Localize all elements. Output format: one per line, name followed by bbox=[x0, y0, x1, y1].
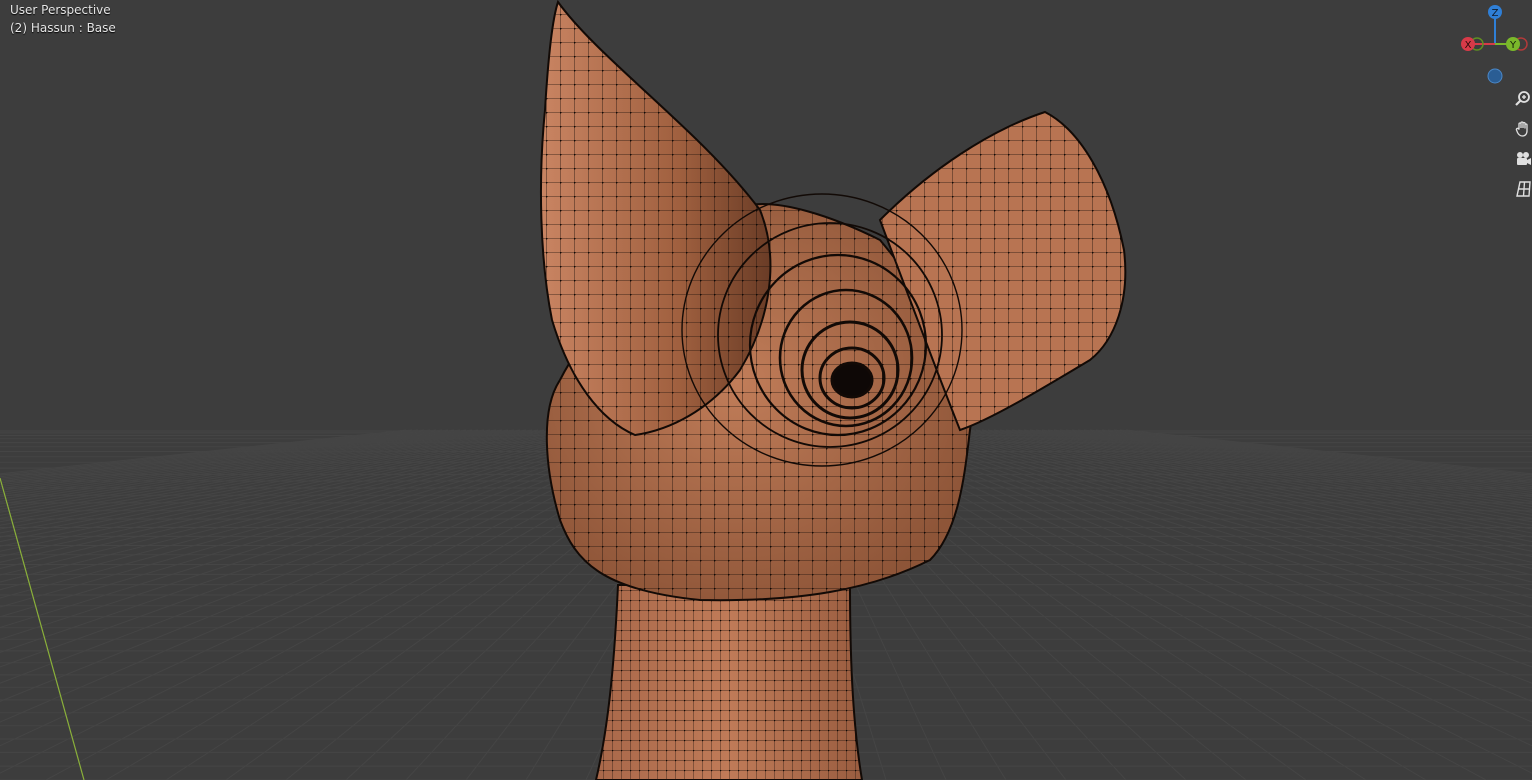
zoom-icon bbox=[1515, 91, 1530, 106]
zoom-button[interactable] bbox=[1510, 86, 1532, 112]
pan-button[interactable] bbox=[1510, 116, 1532, 142]
navigation-gizmo[interactable]: Z Y X bbox=[1461, 5, 1528, 84]
ortho-grid-icon bbox=[1516, 181, 1531, 197]
hand-pan-icon bbox=[1515, 121, 1528, 137]
view-name-label: User Perspective bbox=[10, 3, 111, 17]
gizmo-y-label: Y bbox=[1509, 40, 1517, 51]
object-info-label: (2) Hassun : Base bbox=[10, 21, 116, 35]
gizmo-x-label: X bbox=[1465, 40, 1472, 51]
gizmo-z-label: Z bbox=[1492, 8, 1499, 19]
camera-icon bbox=[1517, 152, 1531, 165]
camera-view-button[interactable] bbox=[1510, 146, 1532, 172]
3d-viewport[interactable]: Z Y X bbox=[0, 0, 1532, 780]
ortho-toggle-button[interactable] bbox=[1510, 176, 1532, 202]
gizmo-neg-z-axis[interactable] bbox=[1487, 68, 1503, 84]
